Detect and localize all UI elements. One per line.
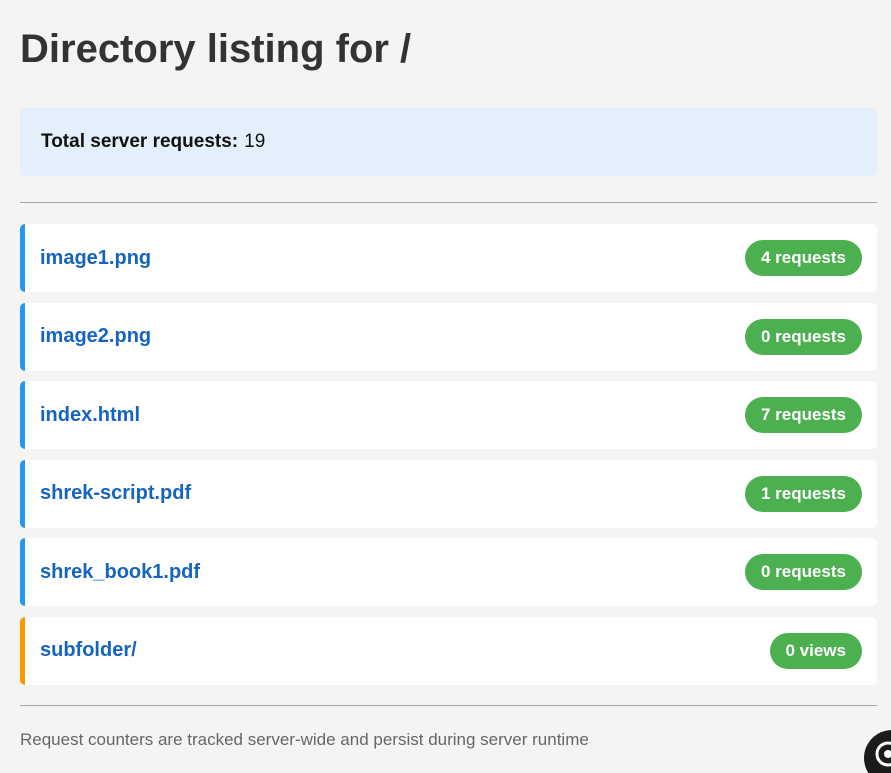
summary-value: 19 (244, 131, 266, 152)
file-link[interactable]: image2.png (40, 325, 151, 348)
file-link[interactable]: shrek-script.pdf (40, 482, 191, 505)
request-summary-box: Total server requests: 19 (20, 108, 877, 176)
page-title: Directory listing for / (20, 27, 412, 71)
footer-note: Request counters are tracked server-wide… (20, 730, 589, 749)
summary-label: Total server requests: (41, 131, 239, 152)
directory-page: Directory listing for / Total server req… (0, 0, 891, 773)
list-item: image2.png 0 requests (20, 302, 877, 371)
list-item: index.html 7 requests (20, 381, 877, 449)
request-count-badge: 7 requests (744, 397, 862, 433)
request-count-badge: 0 requests (744, 554, 862, 590)
assistant-bubble-icon[interactable] (864, 730, 891, 773)
folder-link[interactable]: subfolder/ (40, 639, 137, 662)
list-item: image1.png 4 requests (20, 224, 877, 292)
request-count-badge: 0 requests (744, 318, 862, 355)
divider-top (20, 202, 877, 203)
request-count-badge: 1 requests (744, 475, 862, 512)
file-link[interactable]: image1.png (40, 247, 151, 270)
request-count-badge: 4 requests (744, 240, 862, 276)
list-item-folder: subfolder/ 0 views (20, 616, 877, 685)
file-link[interactable]: index.html (40, 404, 140, 427)
divider-bottom (20, 705, 877, 706)
list-item: shrek_book1.pdf 0 requests (20, 538, 877, 606)
file-link[interactable]: shrek_book1.pdf (40, 561, 200, 584)
assistant-glyph-icon (875, 741, 891, 767)
file-list: image1.png 4 requests image2.png 0 reque… (20, 224, 877, 695)
list-item: shrek-script.pdf 1 requests (20, 459, 877, 528)
view-count-badge: 0 views (769, 632, 862, 669)
